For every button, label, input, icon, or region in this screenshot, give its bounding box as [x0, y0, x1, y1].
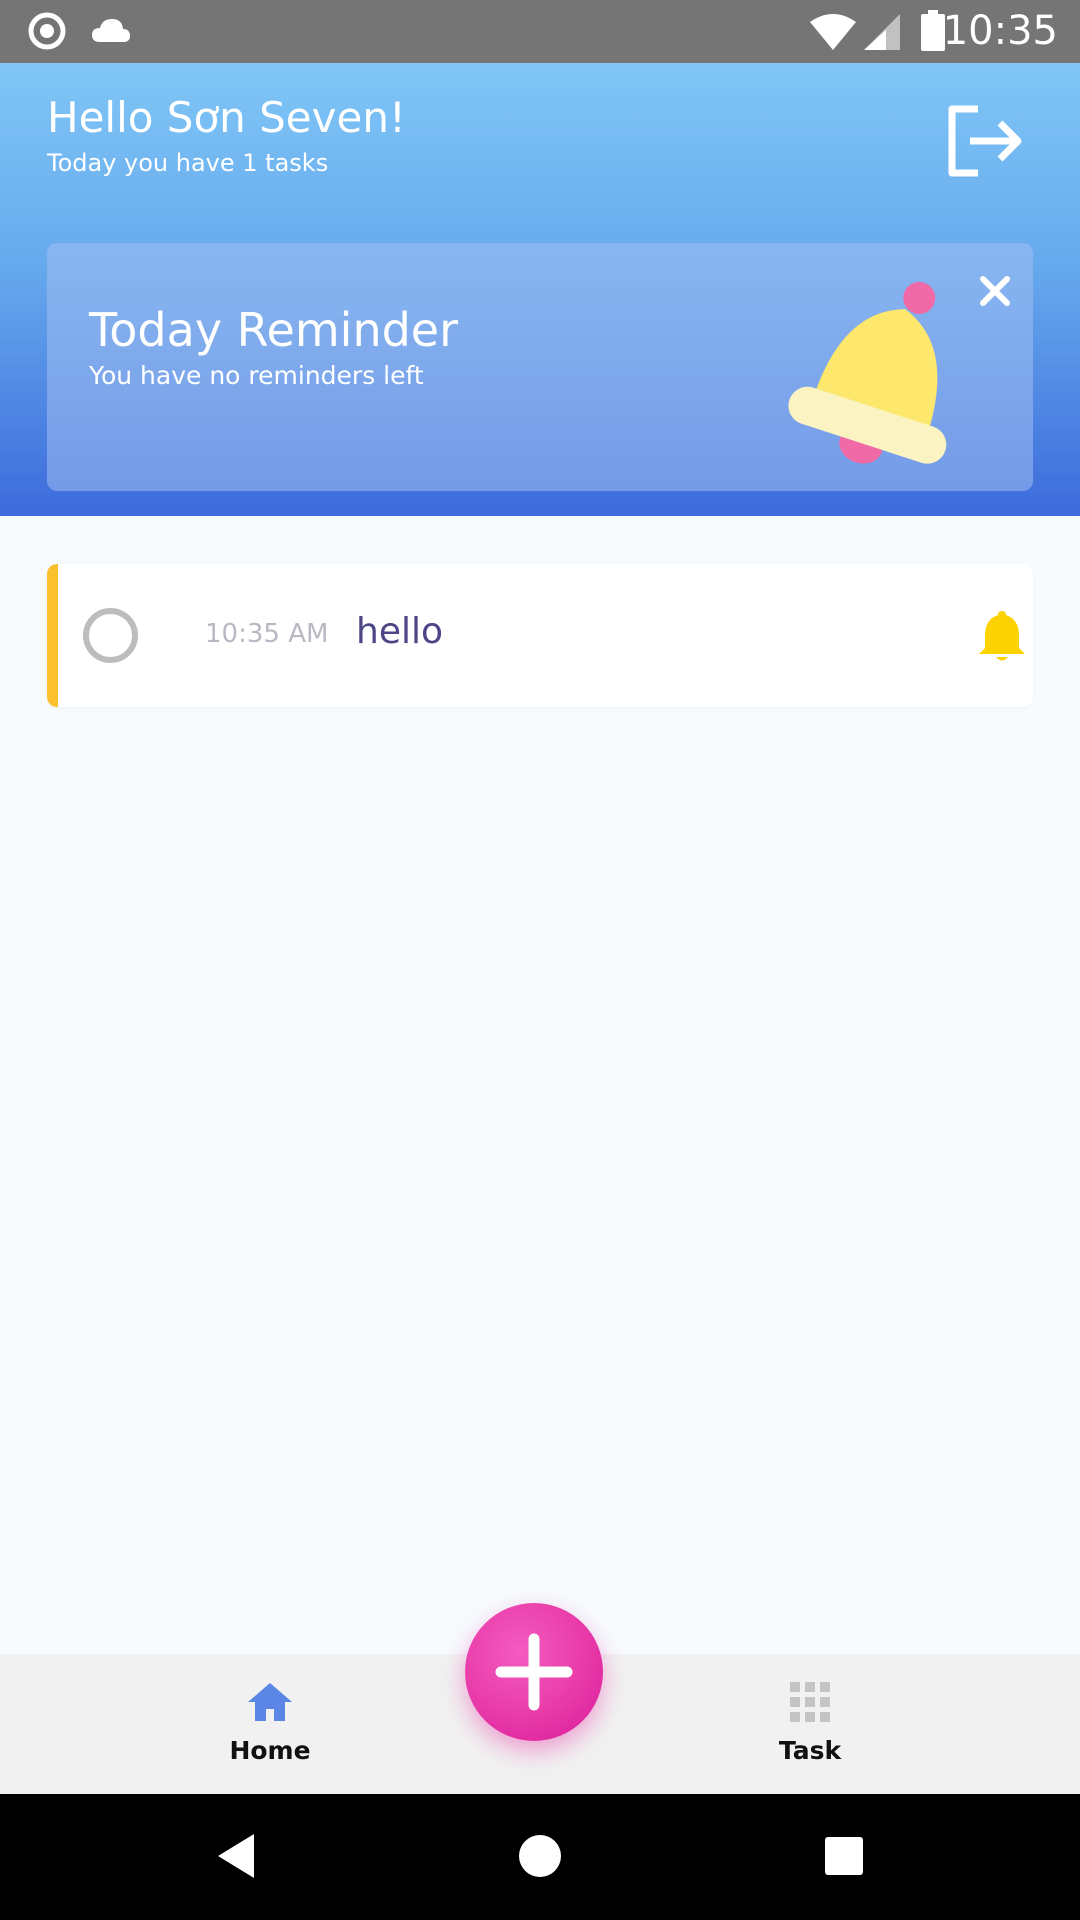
bell-illustration [775, 271, 995, 471]
system-nav-bar [0, 1794, 1080, 1920]
add-task-button[interactable] [465, 1603, 603, 1741]
task-time: 10:35 AM [205, 619, 329, 649]
reminder-title: Today Reminder [89, 303, 459, 357]
task-complete-checkbox[interactable] [83, 608, 138, 663]
cloud-icon [90, 16, 132, 48]
nav-task[interactable]: Task [710, 1678, 910, 1778]
task-priority-accent [47, 564, 58, 707]
logout-icon [948, 105, 1022, 177]
reminder-close-button[interactable] [977, 273, 1013, 309]
home-icon [246, 1678, 294, 1726]
task-title: hello [356, 611, 443, 652]
nav-task-label: Task [778, 1736, 842, 1765]
back-icon[interactable] [214, 1832, 258, 1884]
status-bar: 10:35 [0, 0, 1080, 63]
task-list-item[interactable]: 10:35 AM hello [47, 564, 1033, 707]
greeting-subtitle: Today you have 1 tasks [47, 149, 329, 177]
logout-button[interactable] [944, 101, 1026, 181]
reminder-subtitle: You have no reminders left [89, 361, 424, 390]
plus-icon [495, 1633, 573, 1711]
wifi-icon [808, 12, 858, 56]
home-circle-icon[interactable] [518, 1832, 562, 1884]
app-screen: 10:35 Hello Sơn Seven! Today you have 1 … [0, 0, 1080, 1920]
greeting-title: Hello Sơn Seven! [47, 93, 406, 142]
task-reminder-button[interactable] [977, 608, 1027, 664]
status-time: 10:35 [942, 8, 1058, 54]
nav-home-label: Home [229, 1736, 311, 1765]
record-icon [28, 12, 66, 54]
nav-home[interactable]: Home [170, 1678, 370, 1778]
close-icon [980, 276, 1010, 306]
bell-icon [979, 611, 1025, 661]
signal-icon [862, 12, 902, 56]
header: Hello Sơn Seven! Today you have 1 tasks … [0, 63, 1080, 516]
reminder-card: Today Reminder You have no reminders lef… [47, 243, 1033, 491]
recents-icon[interactable] [822, 1832, 866, 1884]
grid-icon [786, 1678, 834, 1726]
